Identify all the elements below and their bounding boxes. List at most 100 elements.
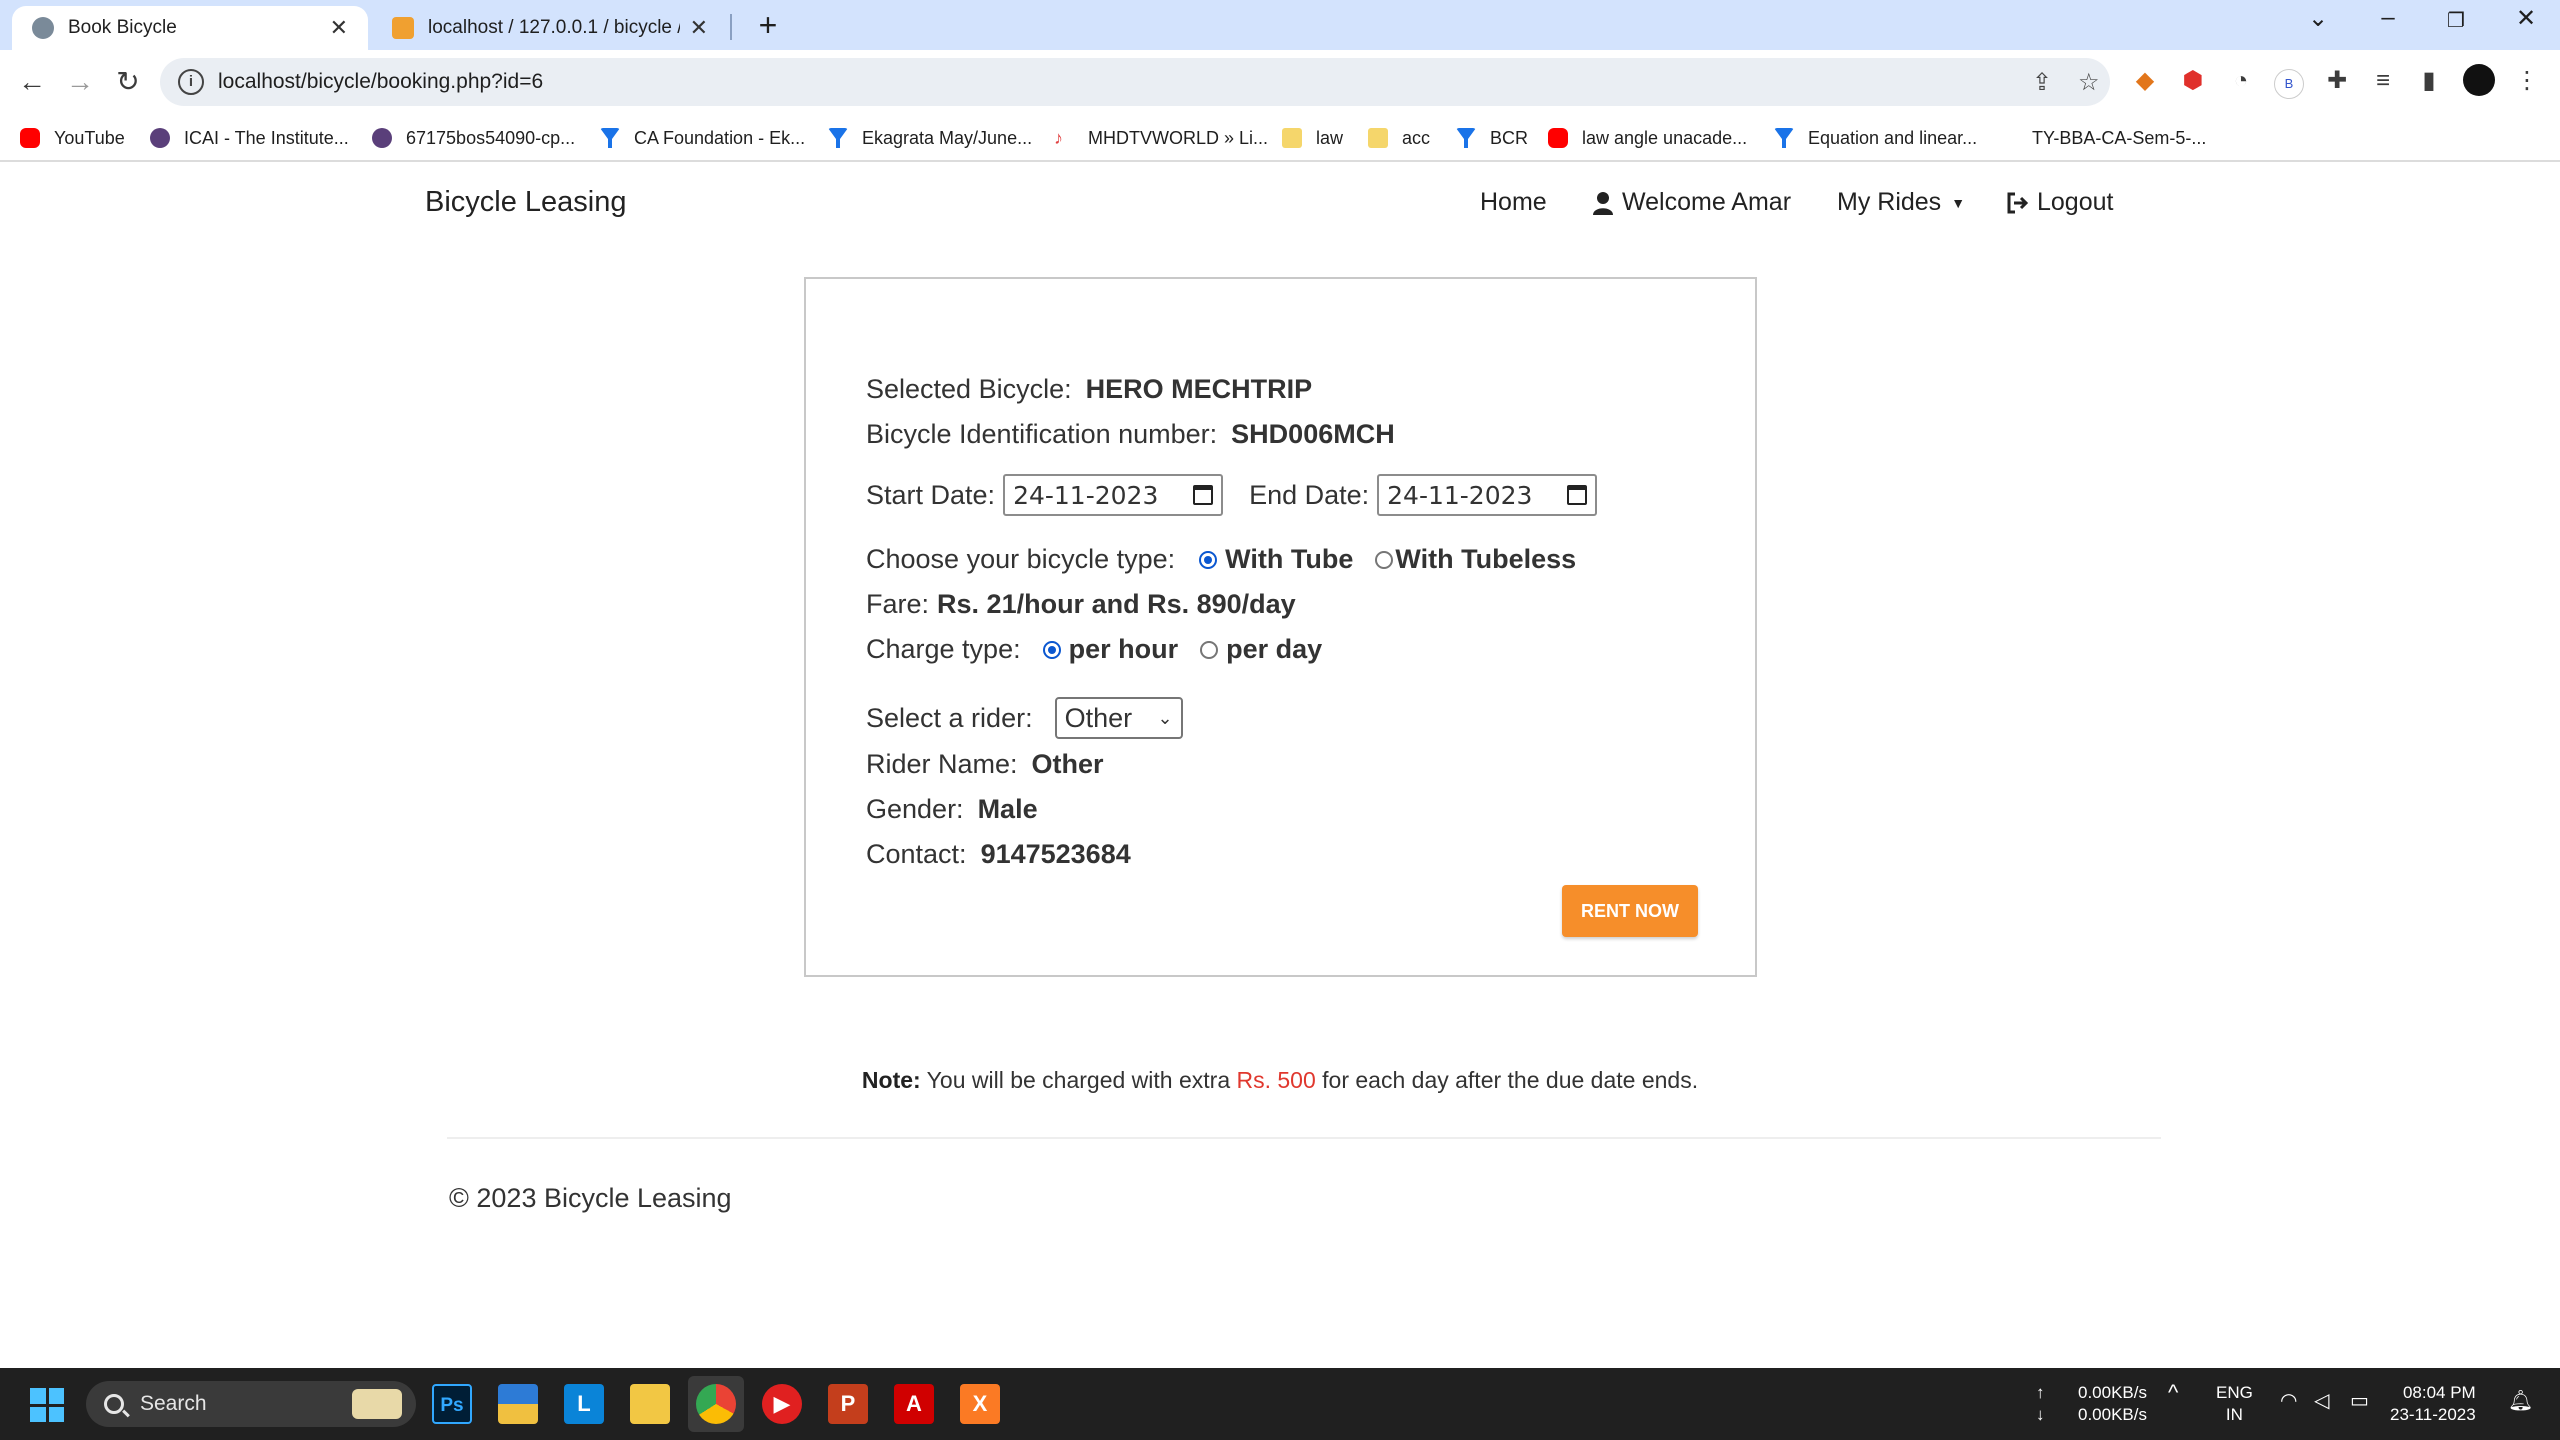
tab-search-chevron-icon[interactable]: ⌄	[2298, 4, 2338, 33]
calendar-icon[interactable]	[1567, 485, 1588, 505]
battery-icon[interactable]: ▭	[2350, 1390, 2369, 1412]
bookmark-label: acc	[1402, 127, 1431, 148]
icai-icon	[150, 128, 170, 148]
bookmark-label: 67175bos54090-cp...	[406, 127, 576, 148]
profile-avatar[interactable]	[2462, 64, 2496, 98]
language-indicator[interactable]: ENG IN	[2216, 1382, 2253, 1426]
restore-button[interactable]: ❐	[2436, 8, 2476, 33]
end-date-input[interactable]: 24-11-2023	[1377, 474, 1598, 516]
photoshop-icon[interactable]: Ps	[432, 1384, 472, 1424]
b-extension-icon[interactable]: B	[2272, 64, 2306, 99]
back-button[interactable]: ←	[12, 62, 52, 102]
start-date-input[interactable]: 24-11-2023	[1003, 474, 1224, 516]
net-down: 0.00KB/s	[2078, 1405, 2147, 1424]
rent-now-button[interactable]: RENT NOW	[1562, 885, 1698, 937]
nav-logout[interactable]: Logout	[2005, 188, 2113, 217]
powerpoint-icon[interactable]: P	[828, 1384, 868, 1424]
acrobat-icon[interactable]: A	[894, 1384, 934, 1424]
per-day-label[interactable]: per day	[1226, 634, 1322, 665]
chrome-icon[interactable]	[696, 1384, 736, 1424]
speed-extension-icon[interactable]: ◔	[2224, 64, 2258, 98]
browser-tab-strip: Book Bicycle ✕ localhost / 127.0.0.1 / b…	[0, 0, 2560, 50]
file-explorer-icon[interactable]	[630, 1384, 670, 1424]
bookmark-icai[interactable]: ICAI - The Institute...	[150, 123, 349, 153]
bicycle-id-row: Bicycle Identification number: SHD006MCH	[866, 419, 1395, 450]
gender-label: Gender:	[866, 794, 964, 824]
l-app-icon[interactable]: L	[564, 1384, 604, 1424]
address-bar[interactable]: i localhost/bicycle/booking.php?id=6 ⇪ ☆	[160, 58, 2110, 106]
share-icon[interactable]: ⇪	[2032, 68, 2052, 97]
tab-book-bicycle[interactable]: Book Bicycle ✕	[12, 6, 368, 50]
extensions-puzzle-icon[interactable]: ✚	[2320, 64, 2354, 98]
per-day-radio[interactable]	[1200, 640, 1219, 659]
minimize-button[interactable]: –	[2368, 4, 2408, 32]
nav-home[interactable]: Home	[1480, 188, 1547, 217]
forward-button[interactable]: →	[60, 62, 100, 102]
bookmark-icai-pdf[interactable]: 67175bos54090-cp...	[372, 123, 575, 153]
phpmyadmin-icon	[392, 17, 414, 39]
bookmark-ekagrata[interactable]: Ekagrata May/June...	[828, 123, 1032, 153]
rider-select-row: Select a rider: Other ⌄	[866, 697, 1183, 739]
rider-select[interactable]: Other ⌄	[1054, 697, 1183, 739]
bookmark-equation[interactable]: Equation and linear...	[1774, 123, 1977, 153]
windows-start-icon[interactable]	[30, 1388, 64, 1422]
rider-select-value: Other	[1064, 702, 1133, 733]
bookmark-law-angle[interactable]: law angle unacade...	[1548, 123, 1747, 153]
wifi-icon[interactable]: ◠	[2280, 1390, 2297, 1412]
bookmark-mhdtvworld[interactable]: ♪ MHDTVWORLD » Li...	[1054, 123, 1268, 153]
fare-value: Rs. 21/hour and Rs. 890/day	[937, 589, 1296, 619]
rider-select-label: Select a rider:	[866, 702, 1033, 733]
with-tube-label[interactable]: With Tube	[1225, 544, 1353, 575]
bookmark-ty-bba[interactable]: TY-BBA-CA-Sem-5-...	[2032, 123, 2206, 153]
lang-bottom: IN	[2225, 1405, 2243, 1424]
mhdtv-icon: ♪	[1054, 128, 1063, 148]
close-tab-icon[interactable]: ✕	[690, 15, 708, 41]
shield-extension-icon[interactable]: ⬢	[2176, 64, 2210, 98]
bookmark-label: CA Foundation - Ek...	[634, 127, 806, 148]
browser-toolbar: ← → ↻ i localhost/bicycle/booking.php?id…	[0, 50, 2560, 114]
with-tubeless-radio[interactable]	[1375, 550, 1394, 569]
contact-value: 9147523684	[980, 839, 1131, 869]
bookmark-folder-acc[interactable]: acc	[1368, 123, 1430, 153]
show-hidden-icons-chevron[interactable]: ^	[2168, 1382, 2178, 1404]
bookmark-ca-foundation[interactable]: CA Foundation - Ek...	[600, 123, 805, 153]
site-info-icon[interactable]: i	[178, 69, 204, 95]
tab-phpmyadmin[interactable]: localhost / 127.0.0.1 / bicycle / c ✕	[372, 6, 728, 50]
clock[interactable]: 08:04 PM 23-11-2023	[2390, 1382, 2476, 1426]
new-tab-button[interactable]: +	[748, 8, 788, 44]
per-hour-label[interactable]: per hour	[1069, 634, 1179, 665]
bookmark-bcr[interactable]: BCR	[1456, 123, 1528, 153]
per-hour-radio[interactable]	[1042, 640, 1061, 659]
taskbar-search[interactable]: Search	[86, 1381, 416, 1427]
close-window-button[interactable]: ✕	[2506, 4, 2546, 33]
reload-button[interactable]: ↻	[108, 62, 148, 102]
nav-my-rides-label: My Rides	[1837, 188, 1942, 216]
widgets-app-icon[interactable]	[498, 1384, 538, 1424]
notification-bell-icon[interactable]: 🔔︎	[2508, 1390, 2533, 1412]
bookmark-star-icon[interactable]: ☆	[2078, 68, 2100, 97]
media-player-icon[interactable]: ▶	[762, 1384, 802, 1424]
nav-home-label: Home	[1480, 188, 1547, 216]
filter-icon	[1456, 128, 1476, 148]
tab-separator	[730, 14, 732, 40]
with-tubeless-label[interactable]: With Tubeless	[1395, 544, 1576, 575]
calendar-icon[interactable]	[1193, 485, 1214, 505]
with-tube-radio[interactable]	[1199, 550, 1218, 569]
bookmark-youtube[interactable]: YouTube	[20, 123, 125, 153]
note-text-before: You will be charged with extra	[926, 1067, 1231, 1093]
volume-icon[interactable]: ◁	[2314, 1390, 2329, 1412]
close-tab-icon[interactable]: ✕	[330, 15, 348, 41]
logout-icon	[2007, 192, 2029, 213]
nav-welcome-label: Welcome Amar	[1622, 188, 1792, 216]
metamask-extension-icon[interactable]: ◆	[2128, 64, 2162, 98]
bookmark-label: ICAI - The Institute...	[184, 127, 349, 148]
xampp-icon[interactable]: X	[960, 1384, 1000, 1424]
media-controls-icon[interactable]: ≡	[2366, 64, 2400, 98]
nav-welcome[interactable]: Welcome Amar	[1592, 188, 1791, 217]
chrome-menu-icon[interactable]: ⋮	[2510, 64, 2544, 98]
side-panel-icon[interactable]: ▮	[2412, 64, 2446, 98]
nav-my-rides-dropdown[interactable]: My Rides ▼	[1837, 188, 1965, 217]
bookmark-folder-law[interactable]: law	[1282, 123, 1343, 153]
site-brand[interactable]: Bicycle Leasing	[425, 186, 627, 219]
taskbar-search-label: Search	[140, 1392, 207, 1415]
